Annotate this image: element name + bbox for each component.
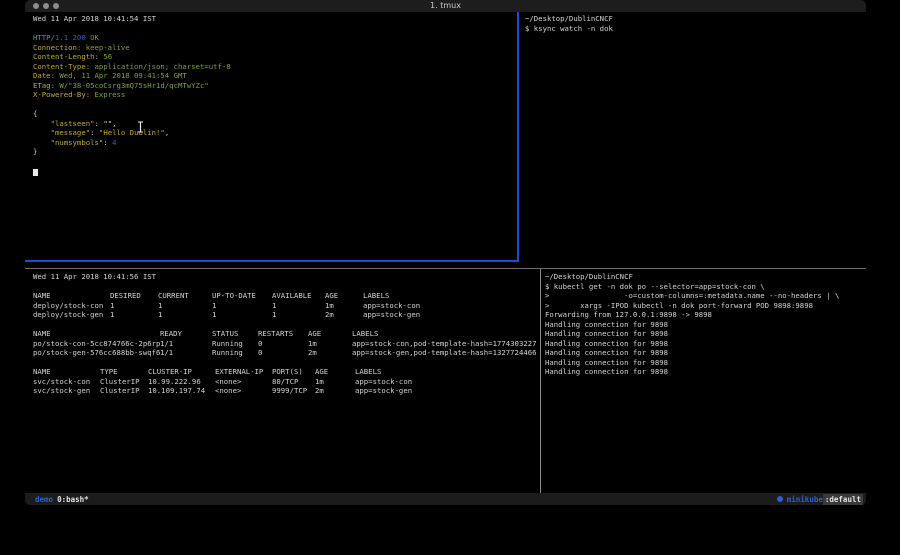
connection-log-line: Handling connection for 9898 [545, 339, 866, 349]
http-headers: Connection: keep-aliveContent-Length: 56… [33, 43, 517, 100]
kube-context-segment: minikube:default [787, 495, 863, 504]
table-header-row: NAMEREADYSTATUSRESTARTSAGELABELS [33, 329, 540, 339]
port-forward-command: $ kubectl get -n dok po --selector=app=s… [545, 282, 866, 311]
table-header-row: NAMEDESIREDCURRENTUP-TO-DATEAVAILABLEAGE… [33, 291, 540, 301]
terminal-window: 1. tmux Wed 11 Apr 2018 10:41:54 IST HTT… [25, 0, 866, 505]
pane-ksync[interactable]: ~/Desktop/DublinCNCF $ ksync watch -n do… [523, 12, 866, 264]
timestamp-line: Wed 11 Apr 2018 10:41:56 IST [33, 272, 540, 282]
table-header-row: NAMETYPECLUSTER-IPEXTERNAL-IPPORT(S)AGEL… [33, 367, 540, 377]
status-left: demo 0:bash* [35, 495, 89, 504]
prompt-cursor-line [33, 166, 517, 176]
window-tab-bash[interactable]: 0:bash* [57, 495, 89, 504]
status-right: minikube:default [777, 495, 863, 504]
tmux-panes: Wed 11 Apr 2018 10:41:54 IST HTTP/1.1 20… [25, 12, 866, 493]
json-open-brace: { [33, 109, 517, 119]
ksync-command-line: $ ksync watch -n dok [525, 24, 866, 34]
window-titlebar[interactable]: 1. tmux [25, 0, 866, 12]
http-proto: HTTP/ [33, 33, 55, 42]
json-field-line: "message": "Hello Dublin!", [33, 128, 517, 138]
cwd-line: ~/Desktop/DublinCNCF [545, 272, 866, 282]
http-header-line: Date: Wed, 11 Apr 2018 09:41:54 GMT [33, 71, 517, 81]
connection-log-line: Handling connection for 9898 [545, 329, 866, 339]
kube-namespace: :default [823, 494, 863, 505]
table-row: po/stock-con-5cc874766c-2p6rp1/1Running0… [33, 339, 540, 349]
tmux-status-bar: demo 0:bash* minikube:default [25, 493, 866, 505]
session-name: demo [35, 495, 53, 504]
window-title: 1. tmux [25, 0, 866, 12]
connection-log-line: Handling connection for 9898 [545, 348, 866, 358]
pods-table: NAMEREADYSTATUSRESTARTSAGELABELSpo/stock… [33, 329, 540, 358]
kube-context: minikube [787, 495, 823, 504]
http-reason: OK [90, 33, 99, 42]
cwd-line: ~/Desktop/DublinCNCF [525, 14, 866, 24]
table-row: deploy/stock-gen11112mapp=stock-gen [33, 310, 540, 320]
desktop-background: 1. tmux Wed 11 Apr 2018 10:41:54 IST HTT… [0, 0, 900, 555]
pane-port-forward[interactable]: ~/Desktop/DublinCNCF $ kubectl get -n do… [541, 269, 866, 493]
http-header-line: Content-Type: application/json; charset=… [33, 62, 517, 72]
json-field-line: "numsymbols": 4 [33, 138, 517, 148]
json-field-line: "lastseen": "", [33, 119, 517, 129]
table-row: deploy/stock-con11111mapp=stock-con [33, 301, 540, 311]
command-line: > -o=custom-columns=:metadata.name --no-… [545, 291, 866, 301]
connection-log-line: Handling connection for 9898 [545, 320, 866, 330]
port-forward-output: Handling connection for 9898Handling con… [545, 320, 866, 377]
connection-log-line: Handling connection for 9898 [545, 367, 866, 377]
minimize-button-icon[interactable] [43, 3, 49, 9]
http-version-code: 1.1 200 [55, 33, 90, 42]
json-close-brace: } [33, 147, 517, 157]
http-header-line: X-Powered-By: Express [33, 90, 517, 100]
traffic-lights [33, 0, 59, 12]
table-row: svc/stock-conClusterIP10.99.222.96<none>… [33, 377, 540, 387]
connection-log-line: Handling connection for 9898 [545, 358, 866, 368]
close-button-icon[interactable] [33, 3, 39, 9]
services-table: NAMETYPECLUSTER-IPEXTERNAL-IPPORT(S)AGEL… [33, 367, 540, 396]
terminal-cursor [33, 169, 38, 176]
deployments-table: NAMEDESIREDCURRENTUP-TO-DATEAVAILABLEAGE… [33, 291, 540, 320]
pane-http-response[interactable]: Wed 11 Apr 2018 10:41:54 IST HTTP/1.1 20… [25, 12, 519, 262]
http-header-line: Content-Length: 56 [33, 52, 517, 62]
pane-kubectl-get[interactable]: Wed 11 Apr 2018 10:41:56 IST NAMEDESIRED… [25, 269, 540, 493]
http-header-line: ETag: W/"38-05coCsrg3mQ75sHr1d/qcMTwYZc" [33, 81, 517, 91]
table-row: po/stock-gen-576cc688bb-swqf61/1Running0… [33, 348, 540, 358]
http-header-line: Connection: keep-alive [33, 43, 517, 53]
forwarding-line: Forwarding from 127.0.0.1:9898 -> 9898 [545, 310, 866, 320]
command-line: $ kubectl get -n dok po --selector=app=s… [545, 282, 866, 292]
table-row: svc/stock-genClusterIP10.109.197.74<none… [33, 386, 540, 396]
json-body: { "lastseen": "", "message": "Hello Dubl… [33, 109, 517, 157]
http-status-line: HTTP/1.1 200 OK [33, 33, 517, 43]
command-line: > xargs -IPOD kubectl -n dok port-forwar… [545, 301, 866, 311]
zoom-button-icon[interactable] [53, 3, 59, 9]
kubernetes-icon [777, 496, 783, 502]
timestamp-line: Wed 11 Apr 2018 10:41:54 IST [33, 14, 517, 24]
mouse-cursor-ibeam-icon [137, 121, 144, 133]
